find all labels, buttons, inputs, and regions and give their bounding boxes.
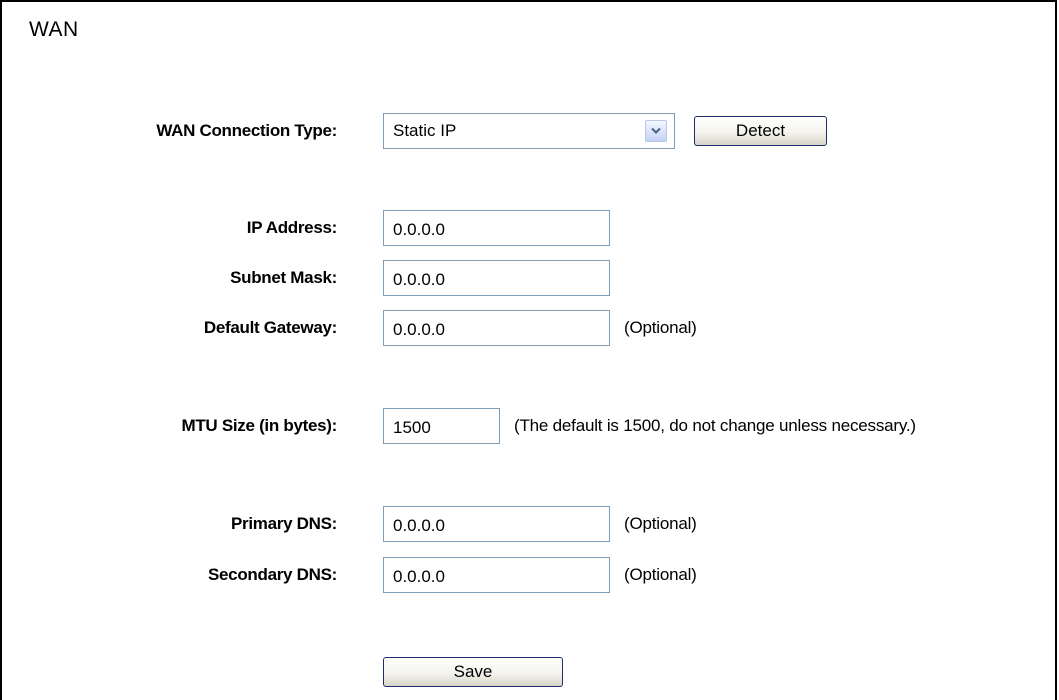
secondary-dns-label: Secondary DNS: [207,565,337,584]
subnet-mask-row: Subnet Mask: [2,260,1059,296]
mtu-row: MTU Size (in bytes): (The default is 150… [2,408,1059,444]
detect-button[interactable]: Detect [694,116,827,146]
secondary-dns-row: Secondary DNS: (Optional) [2,557,1059,593]
mtu-input[interactable] [383,408,500,444]
wan-panel: WAN WAN Connection Type: Static IP Detec… [0,0,1057,700]
connection-type-row: WAN Connection Type: Static IP Detect [2,113,1059,149]
subnet-mask-input[interactable] [383,260,610,296]
default-gateway-optional-hint: (Optional) [624,318,697,337]
chevron-down-icon[interactable] [645,120,667,142]
secondary-dns-input[interactable] [383,557,610,593]
ip-address-row: IP Address: [2,210,1059,246]
page-title: WAN [29,18,79,41]
mtu-hint: (The default is 1500, do not change unle… [514,416,916,435]
primary-dns-input[interactable] [383,506,610,542]
primary-dns-row: Primary DNS: (Optional) [2,506,1059,542]
mtu-label: MTU Size (in bytes): [181,416,337,435]
subnet-mask-label: Subnet Mask: [230,268,337,287]
default-gateway-row: Default Gateway: (Optional) [2,310,1059,346]
connection-type-value: Static IP [393,121,457,140]
ip-address-label: IP Address: [246,218,338,237]
primary-dns-optional-hint: (Optional) [624,514,697,533]
connection-type-select[interactable]: Static IP [383,113,675,149]
connection-type-label: WAN Connection Type: [156,121,337,140]
default-gateway-input[interactable] [383,310,610,346]
save-button[interactable]: Save [383,657,563,687]
primary-dns-label: Primary DNS: [231,514,337,533]
default-gateway-label: Default Gateway: [203,318,337,337]
secondary-dns-optional-hint: (Optional) [624,565,697,584]
ip-address-input[interactable] [383,210,610,246]
